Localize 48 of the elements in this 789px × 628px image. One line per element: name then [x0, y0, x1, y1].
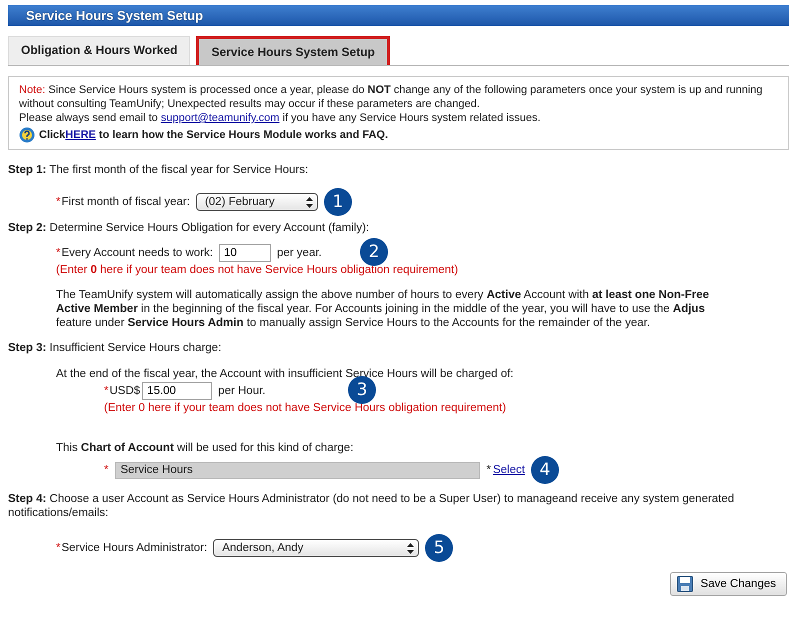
required-marker: * — [104, 385, 108, 397]
dropdown-arrows-icon — [306, 196, 313, 208]
email-note: Please always send email to support@teamunify.com if you have any Service Hours system related issues. — [19, 111, 542, 125]
field-label: Service Hours Administrator: — [61, 542, 208, 554]
administrator-dropdown[interactable]: Anderson, Andy — [213, 539, 420, 557]
unit-label: per year. — [276, 247, 322, 259]
step-label: Step 2: — [8, 222, 46, 234]
help-link[interactable]: HERE — [65, 129, 96, 141]
step-description: Insufficient Service Hours charge: — [50, 342, 222, 354]
required-marker: * — [104, 464, 108, 476]
hint-text: (Enter 0 here if your team does not have Service Hours obligation requirement) — [55, 264, 460, 276]
select-marker: * — [486, 464, 491, 476]
charge-input[interactable]: 15.00 — [142, 382, 212, 400]
step-description: Determine Service Hours Obligation for every Account (family): — [50, 222, 370, 234]
account-description: This Chart of Account will be used for this kind of charge: — [56, 442, 354, 454]
info-text-line: The TeamUnify system will automatically assign the above number of hours to every Active Account with at least one Non-Free — [56, 288, 710, 302]
hint-text: (Enter 0 here if your team does not have Service Hours obligation requirement) — [103, 402, 508, 414]
step-label: Step 1: — [8, 164, 46, 176]
tab[interactable]: Service Hours System Setup — [196, 36, 390, 65]
required-marker: * — [56, 542, 60, 554]
step-description: The first month of the fiscal year for Service Hours: — [49, 164, 308, 176]
unit-label: per Hour. — [218, 385, 266, 397]
numbered-callout: 4 — [530, 456, 559, 484]
dropdown-arrows-icon — [407, 542, 414, 554]
email-link[interactable]: support@teamunify.com — [160, 112, 280, 124]
page-title-bar: Service Hours System Setup — [8, 5, 789, 26]
field-label: Every Account needs to work: — [61, 247, 213, 259]
numbered-callout: 1 — [324, 188, 352, 216]
note-text: Note: Since Service Hours system is processed once a year, please do NOT change any of the following parameters once your system is up and running without consulting TeamUnify; Unexpected results may occur if these parameters are changed. — [19, 83, 764, 111]
step-label: Step 3: — [8, 342, 46, 354]
required-marker: * — [56, 196, 60, 208]
field-label: First month of fiscal year: — [61, 196, 190, 208]
field-label: USD$ — [109, 385, 140, 397]
select-link[interactable]: Select — [492, 464, 525, 476]
step-4-text: Step 4: Choose a user Account as Service Hours Administrator (do not need to be a Super User) to manageand receive any system generated notifications/emails: — [8, 492, 736, 520]
required-marker: * — [56, 247, 60, 259]
help-icon — [19, 127, 35, 143]
info-text-line: Active Member in the beginning of the fiscal year. For Accounts joining in the middle of the year, you will have to use the Adjus — [56, 302, 706, 316]
hours-input[interactable]: 10 — [218, 244, 271, 262]
save-changes-button[interactable]: Save Changes — [670, 572, 787, 596]
numbered-callout: 2 — [360, 238, 388, 266]
month-dropdown[interactable]: (02) February — [196, 193, 318, 211]
numbered-callout: 5 — [425, 534, 454, 562]
account-field: Service Hours — [115, 462, 480, 478]
info-text-line: feature under Service Hours Admin to manually assign Service Hours to the Accounts for the remainder of the year. — [56, 316, 652, 330]
help-text: ClickHERE to learn how the Service Hours Module works and FAQ. — [39, 128, 388, 142]
tab[interactable]: Obligation & Hours Worked — [8, 36, 190, 65]
numbered-callout: 3 — [348, 376, 376, 404]
